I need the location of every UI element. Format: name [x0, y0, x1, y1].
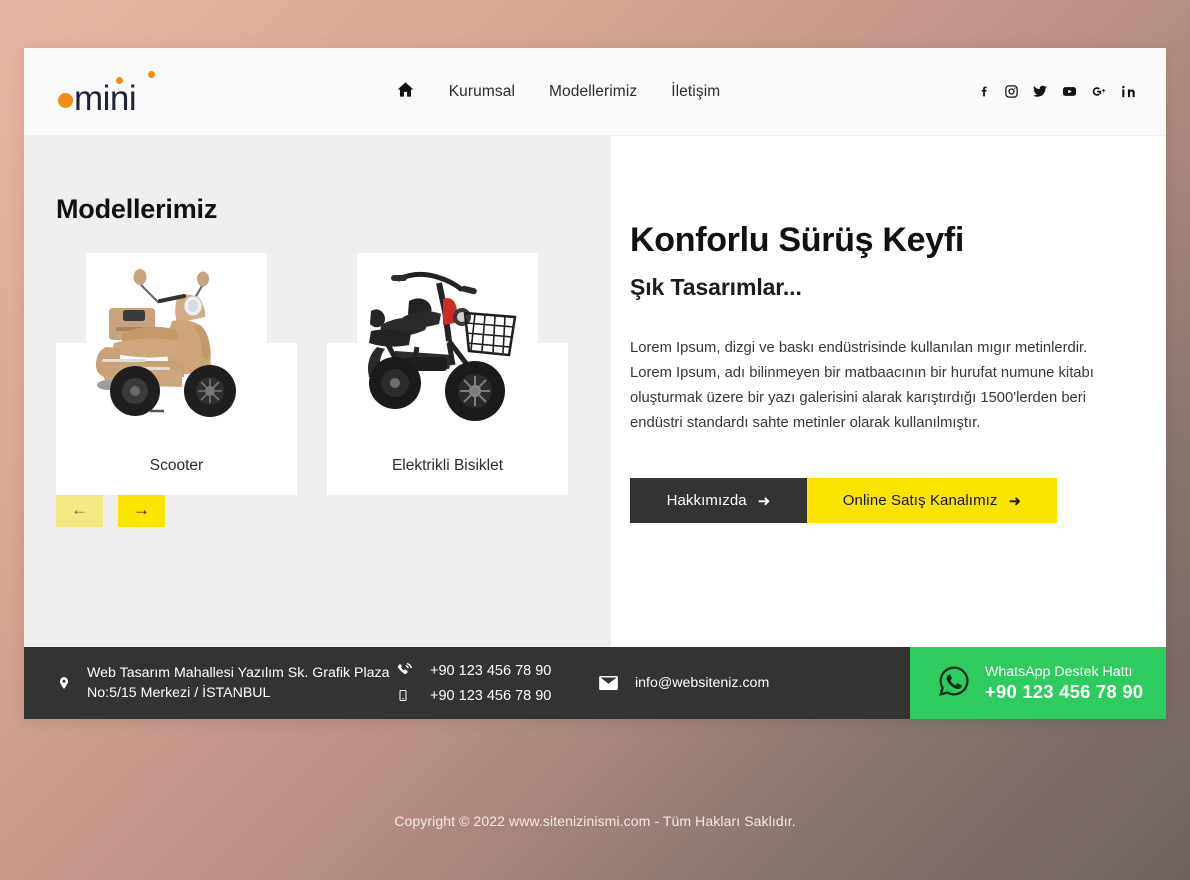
page-title: Modellerimiz: [56, 194, 218, 224]
arrow-right-icon: ➜: [757, 492, 771, 510]
models-panel: Modellerimiz Scooter Elektrikli Bisiklet…: [24, 136, 611, 647]
online-sales-button[interactable]: Online Satış Kanalımız ➜: [807, 478, 1057, 524]
carousel-prev-button[interactable]: ←: [56, 493, 103, 527]
arrow-right-icon: ➜: [1008, 492, 1022, 510]
contact-address: Web Tasarım Mahallesi Yazılım Sk. Grafik…: [24, 647, 392, 719]
whatsapp-support-block[interactable]: WhatsApp Destek Hattı +90 123 456 78 90: [910, 647, 1166, 719]
logo-dot-i-first-icon: [116, 76, 123, 84]
carousel-navigation: ← →: [56, 493, 611, 527]
about-us-label: Hakkımızda: [666, 492, 747, 510]
carousel-next-button[interactable]: →: [118, 493, 165, 527]
site-frame: mini Kurumsal Modellerimiz İletişim Mode…: [24, 48, 1166, 719]
contact-phones: +90 123 456 78 90 +90 123 456 78 90: [392, 647, 597, 719]
youtube-icon[interactable]: [1061, 84, 1078, 99]
phone-call-icon: [392, 662, 414, 679]
nav-item-modellerimiz[interactable]: Modellerimiz: [549, 83, 637, 101]
hero-cta-row: Hakkımızda ➜ Online Satış Kanalımız ➜: [630, 478, 1126, 524]
electric-bike-photo: [357, 253, 538, 438]
contact-phone-2: +90 123 456 78 90: [430, 687, 552, 704]
nav-item-iletisim[interactable]: İletişim: [671, 83, 720, 101]
instagram-icon[interactable]: [1004, 84, 1019, 99]
scooter-photo: [86, 253, 267, 438]
nav-item-kurumsal[interactable]: Kurumsal: [449, 83, 515, 101]
copyright-text: Copyright © 2022 www.sitenizinismi.com -…: [394, 813, 796, 829]
nav-item-home[interactable]: [396, 80, 415, 104]
main-navigation: Kurumsal Modellerimiz İletişim: [138, 80, 978, 104]
about-us-button[interactable]: Hakkımızda ➜: [630, 478, 807, 524]
contact-email-text: info@websiteniz.com: [635, 675, 770, 691]
location-pin-icon: [57, 674, 71, 692]
mobile-phone-icon: [392, 687, 414, 704]
logo-dot-i-second-icon: [148, 70, 155, 78]
contact-bar: Web Tasarım Mahallesi Yazılım Sk. Grafik…: [24, 647, 1166, 719]
facebook-icon[interactable]: [978, 84, 991, 99]
logo-text: mini: [74, 78, 137, 118]
envelope-icon: [597, 676, 619, 690]
site-header: mini Kurumsal Modellerimiz İletişim: [24, 48, 1166, 136]
model-card-electric-bike[interactable]: Elektrikli Bisiklet: [327, 253, 568, 495]
hero-panel: Konforlu Sürüş Keyfi Şık Tasarımlar... L…: [611, 136, 1166, 647]
model-card-title: Elektrikli Bisiklet: [391, 457, 504, 474]
social-links: [978, 84, 1136, 99]
home-icon: [396, 80, 415, 104]
contact-phone-landline[interactable]: +90 123 456 78 90: [392, 661, 551, 681]
contact-address-text: Web Tasarım Mahallesi Yazılım Sk. Grafik…: [87, 665, 390, 701]
whatsapp-number: +90 123 456 78 90: [985, 680, 1144, 702]
whatsapp-icon: [937, 664, 971, 703]
contact-phone-mobile[interactable]: +90 123 456 78 90: [392, 686, 551, 706]
online-sales-label: Online Satış Kanalımız: [842, 492, 998, 510]
models-card-list: Scooter Elektrikli Bisiklet: [56, 253, 611, 495]
hero-title: Konforlu Sürüş Keyfi: [630, 221, 965, 259]
hero-subtitle: Şık Tasarımlar...: [630, 274, 802, 301]
contact-phone-1: +90 123 456 78 90: [430, 662, 552, 679]
linkedin-icon[interactable]: [1121, 84, 1136, 99]
twitter-icon[interactable]: [1032, 84, 1048, 99]
whatsapp-title: WhatsApp Destek Hattı: [985, 663, 1133, 680]
page-content: Modellerimiz Scooter Elektrikli Bisiklet…: [24, 136, 1166, 647]
model-card-scooter[interactable]: Scooter: [56, 253, 297, 495]
logo-dot-icon: [58, 92, 73, 108]
hero-paragraph: Lorem Ipsum, dizgi ve baskı endüstrisind…: [630, 340, 1094, 432]
site-logo[interactable]: mini: [58, 69, 168, 118]
google-plus-icon[interactable]: [1091, 84, 1108, 99]
model-card-title: Scooter: [149, 457, 204, 474]
contact-email[interactable]: info@websiteniz.com: [597, 647, 910, 719]
